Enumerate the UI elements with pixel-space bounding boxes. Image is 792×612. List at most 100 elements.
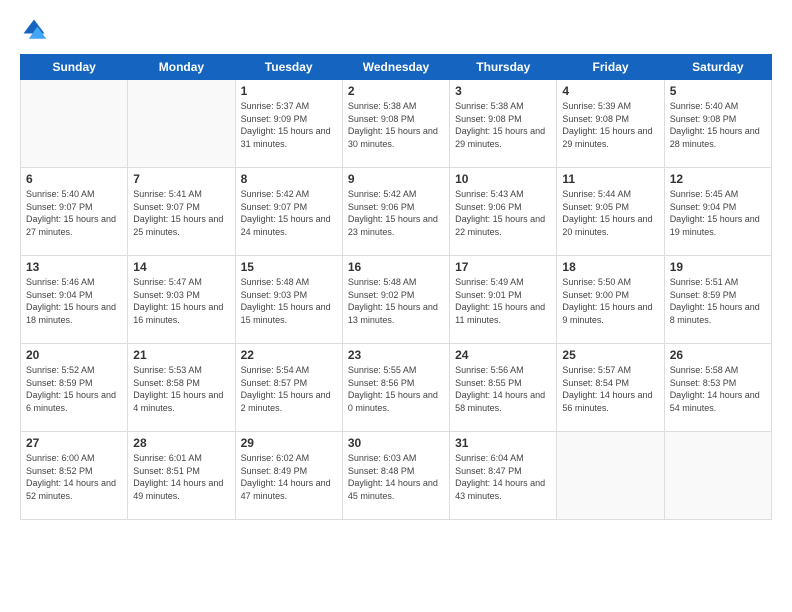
day-info: Sunrise: 5:56 AMSunset: 8:55 PMDaylight:…: [455, 364, 551, 414]
page: SundayMondayTuesdayWednesdayThursdayFrid…: [0, 0, 792, 612]
day-info: Sunrise: 5:39 AMSunset: 9:08 PMDaylight:…: [562, 100, 658, 150]
day-info: Sunrise: 5:40 AMSunset: 9:08 PMDaylight:…: [670, 100, 766, 150]
calendar-cell: 17Sunrise: 5:49 AMSunset: 9:01 PMDayligh…: [450, 256, 557, 344]
day-info: Sunrise: 5:51 AMSunset: 8:59 PMDaylight:…: [670, 276, 766, 326]
day-number: 27: [26, 436, 122, 450]
day-info: Sunrise: 5:48 AMSunset: 9:03 PMDaylight:…: [241, 276, 337, 326]
calendar-cell: 19 Sunrise: 5:51 AMSunset: 8:59 PMDayligh…: [664, 256, 771, 344]
day-info: Sunrise: 6:04 AMSunset: 8:47 PMDaylight:…: [455, 452, 551, 502]
day-info: Sunrise: 5:54 AMSunset: 8:57 PMDaylight:…: [241, 364, 337, 414]
day-number: 12: [670, 172, 766, 186]
calendar-cell: 30 Sunrise: 6:03 AMSunset: 8:48 PMDayligh…: [342, 432, 449, 520]
calendar-cell: 4 Sunrise: 5:39 AMSunset: 9:08 PMDaylight…: [557, 80, 664, 168]
day-info: Sunrise: 6:03 AMSunset: 8:48 PMDaylight:…: [348, 452, 444, 502]
day-number: 25: [562, 348, 658, 362]
calendar-cell: 28 Sunrise: 6:01 AMSunset: 8:51 PMDayligh…: [128, 432, 235, 520]
day-number: 11: [562, 172, 658, 186]
day-number: 20: [26, 348, 122, 362]
calendar-cell: [664, 432, 771, 520]
day-info: Sunrise: 5:44 AMSunset: 9:05 PMDaylight:…: [562, 188, 658, 238]
calendar-week-row: 1 Sunrise: 5:37 AMSunset: 9:09 PMDaylight…: [21, 80, 772, 168]
logo: [20, 16, 52, 44]
day-info: Sunrise: 5:57 AMSunset: 8:54 PMDaylight:…: [562, 364, 658, 414]
day-info: Sunrise: 5:41 AMSunset: 9:07 PMDaylight:…: [133, 188, 229, 238]
weekday-header: Wednesday: [342, 55, 449, 80]
day-number: 14: [133, 260, 229, 274]
calendar-cell: 20 Sunrise: 5:52 AMSunset: 8:59 PMDayligh…: [21, 344, 128, 432]
day-number: 19: [670, 260, 766, 274]
day-number: 16: [348, 260, 444, 274]
calendar-cell: 23Sunrise: 5:55 AMSunset: 8:56 PMDayligh…: [342, 344, 449, 432]
day-number: 21: [133, 348, 229, 362]
calendar-cell: 10Sunrise: 5:43 AMSunset: 9:06 PMDayligh…: [450, 168, 557, 256]
day-info: Sunrise: 5:53 AMSunset: 8:58 PMDaylight:…: [133, 364, 229, 414]
calendar-cell: 9Sunrise: 5:42 AMSunset: 9:06 PMDaylight…: [342, 168, 449, 256]
calendar-cell: 8 Sunrise: 5:42 AMSunset: 9:07 PMDaylight…: [235, 168, 342, 256]
calendar-cell: 12 Sunrise: 5:45 AMSunset: 9:04 PMDayligh…: [664, 168, 771, 256]
calendar-cell: 24 Sunrise: 5:56 AMSunset: 8:55 PMDayligh…: [450, 344, 557, 432]
day-number: 22: [241, 348, 337, 362]
calendar-cell: 11 Sunrise: 5:44 AMSunset: 9:05 PMDayligh…: [557, 168, 664, 256]
day-number: 4: [562, 84, 658, 98]
day-number: 28: [133, 436, 229, 450]
day-number: 9: [348, 172, 444, 186]
day-number: 26: [670, 348, 766, 362]
day-number: 8: [241, 172, 337, 186]
logo-icon: [20, 16, 48, 44]
weekday-header: Thursday: [450, 55, 557, 80]
day-info: Sunrise: 5:47 AMSunset: 9:03 PMDaylight:…: [133, 276, 229, 326]
calendar-week-row: 13Sunrise: 5:46 AMSunset: 9:04 PMDayligh…: [21, 256, 772, 344]
day-info: Sunrise: 5:38 AMSunset: 9:08 PMDaylight:…: [348, 100, 444, 150]
calendar-cell: 29Sunrise: 6:02 AMSunset: 8:49 PMDayligh…: [235, 432, 342, 520]
calendar-cell: 5Sunrise: 5:40 AMSunset: 9:08 PMDaylight…: [664, 80, 771, 168]
calendar-cell: 25 Sunrise: 5:57 AMSunset: 8:54 PMDayligh…: [557, 344, 664, 432]
calendar-cell: [21, 80, 128, 168]
day-info: Sunrise: 6:00 AMSunset: 8:52 PMDaylight:…: [26, 452, 122, 502]
calendar-cell: 1 Sunrise: 5:37 AMSunset: 9:09 PMDaylight…: [235, 80, 342, 168]
day-number: 29: [241, 436, 337, 450]
calendar-cell: 26 Sunrise: 5:58 AMSunset: 8:53 PMDayligh…: [664, 344, 771, 432]
day-info: Sunrise: 5:37 AMSunset: 9:09 PMDaylight:…: [241, 100, 337, 150]
day-info: Sunrise: 6:01 AMSunset: 8:51 PMDaylight:…: [133, 452, 229, 502]
day-number: 31: [455, 436, 551, 450]
day-number: 17: [455, 260, 551, 274]
calendar-cell: 13Sunrise: 5:46 AMSunset: 9:04 PMDayligh…: [21, 256, 128, 344]
weekday-header: Saturday: [664, 55, 771, 80]
day-number: 15: [241, 260, 337, 274]
weekday-header: Sunday: [21, 55, 128, 80]
day-number: 3: [455, 84, 551, 98]
calendar-cell: 22 Sunrise: 5:54 AMSunset: 8:57 PMDayligh…: [235, 344, 342, 432]
calendar-cell: 27 Sunrise: 6:00 AMSunset: 8:52 PMDayligh…: [21, 432, 128, 520]
weekday-header: Tuesday: [235, 55, 342, 80]
day-info: Sunrise: 5:45 AMSunset: 9:04 PMDaylight:…: [670, 188, 766, 238]
weekday-header: Friday: [557, 55, 664, 80]
day-number: 1: [241, 84, 337, 98]
calendar-week-row: 6Sunrise: 5:40 AMSunset: 9:07 PMDaylight…: [21, 168, 772, 256]
calendar-cell: 31 Sunrise: 6:04 AMSunset: 8:47 PMDayligh…: [450, 432, 557, 520]
day-number: 18: [562, 260, 658, 274]
day-number: 7: [133, 172, 229, 186]
calendar-table: SundayMondayTuesdayWednesdayThursdayFrid…: [20, 54, 772, 520]
day-info: Sunrise: 5:52 AMSunset: 8:59 PMDaylight:…: [26, 364, 122, 414]
calendar-cell: 16 Sunrise: 5:48 AMSunset: 9:02 PMDayligh…: [342, 256, 449, 344]
calendar-cell: 21 Sunrise: 5:53 AMSunset: 8:58 PMDayligh…: [128, 344, 235, 432]
calendar-cell: 14 Sunrise: 5:47 AMSunset: 9:03 PMDayligh…: [128, 256, 235, 344]
day-info: Sunrise: 5:48 AMSunset: 9:02 PMDaylight:…: [348, 276, 444, 326]
calendar-cell: 15 Sunrise: 5:48 AMSunset: 9:03 PMDayligh…: [235, 256, 342, 344]
calendar-cell: 18 Sunrise: 5:50 AMSunset: 9:00 PMDayligh…: [557, 256, 664, 344]
header: [20, 16, 772, 44]
day-info: Sunrise: 5:43 AMSunset: 9:06 PMDaylight:…: [455, 188, 551, 238]
day-info: Sunrise: 5:40 AMSunset: 9:07 PMDaylight:…: [26, 188, 122, 238]
day-info: Sunrise: 5:38 AMSunset: 9:08 PMDaylight:…: [455, 100, 551, 150]
day-info: Sunrise: 5:50 AMSunset: 9:00 PMDaylight:…: [562, 276, 658, 326]
day-number: 30: [348, 436, 444, 450]
day-number: 24: [455, 348, 551, 362]
day-number: 2: [348, 84, 444, 98]
day-info: Sunrise: 5:42 AMSunset: 9:07 PMDaylight:…: [241, 188, 337, 238]
calendar-cell: 7 Sunrise: 5:41 AMSunset: 9:07 PMDaylight…: [128, 168, 235, 256]
weekday-header-row: SundayMondayTuesdayWednesdayThursdayFrid…: [21, 55, 772, 80]
calendar-week-row: 27 Sunrise: 6:00 AMSunset: 8:52 PMDayligh…: [21, 432, 772, 520]
day-info: Sunrise: 5:58 AMSunset: 8:53 PMDaylight:…: [670, 364, 766, 414]
calendar-week-row: 20 Sunrise: 5:52 AMSunset: 8:59 PMDayligh…: [21, 344, 772, 432]
calendar-cell: 2 Sunrise: 5:38 AMSunset: 9:08 PMDaylight…: [342, 80, 449, 168]
